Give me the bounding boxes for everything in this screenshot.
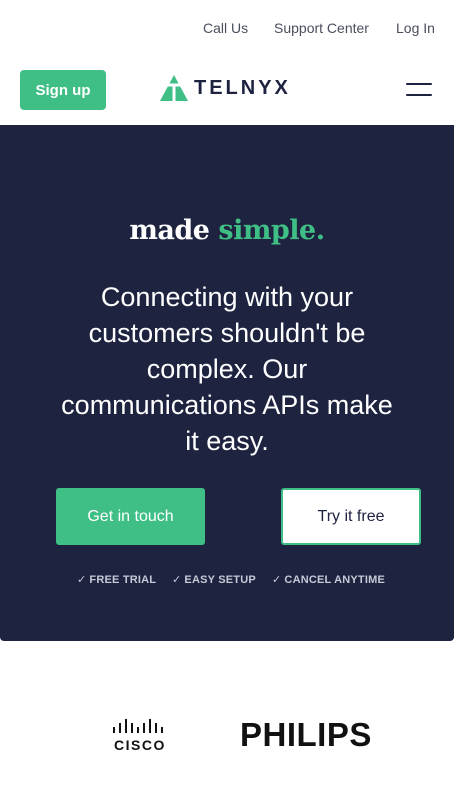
site-header: Sign up TELNYX <box>0 56 454 124</box>
get-in-touch-button[interactable]: Get in touch <box>56 488 205 545</box>
telnyx-logo-icon <box>160 75 188 101</box>
call-us-link[interactable]: Call Us <box>203 20 248 36</box>
support-center-link[interactable]: Support Center <box>274 20 369 36</box>
hamburger-menu-icon[interactable] <box>404 80 434 100</box>
try-it-free-button[interactable]: Try it free <box>281 488 421 545</box>
tagline-made: made <box>129 215 210 246</box>
top-utility-nav: Call Us Support Center Log In <box>0 0 454 56</box>
philips-logo: PHILIPS <box>240 716 372 753</box>
feature-list: ✓ FREE TRIAL ✓ EASY SETUP ✓ CANCEL ANYTIME <box>0 573 454 587</box>
logo-wordmark: TELNYX <box>194 76 291 99</box>
telnyx-logo[interactable]: TELNYX <box>160 74 291 102</box>
sign-up-button[interactable]: Sign up <box>20 70 106 110</box>
feature-item: ✓ CANCEL ANYTIME <box>272 574 386 586</box>
hero-section: made simple. Connecting with your custom… <box>0 125 454 641</box>
feature-item: ✓ FREE TRIAL <box>77 574 157 586</box>
customer-logos: CISCO PHILIPS <box>0 700 454 780</box>
check-icon: ✓ <box>172 574 182 586</box>
feature-item: ✓ EASY SETUP <box>172 574 256 586</box>
cisco-logo: CISCO <box>110 718 176 754</box>
cisco-bars-icon <box>113 719 163 733</box>
check-icon: ✓ <box>272 574 282 586</box>
hero-headline: Connecting with your customers shouldn't… <box>61 282 393 456</box>
cisco-wordmark: CISCO <box>114 737 166 753</box>
tagline-simple: simple. <box>218 215 325 246</box>
hero-tagline: made simple. <box>0 215 454 246</box>
log-in-link[interactable]: Log In <box>396 20 435 36</box>
check-icon: ✓ <box>77 574 87 586</box>
